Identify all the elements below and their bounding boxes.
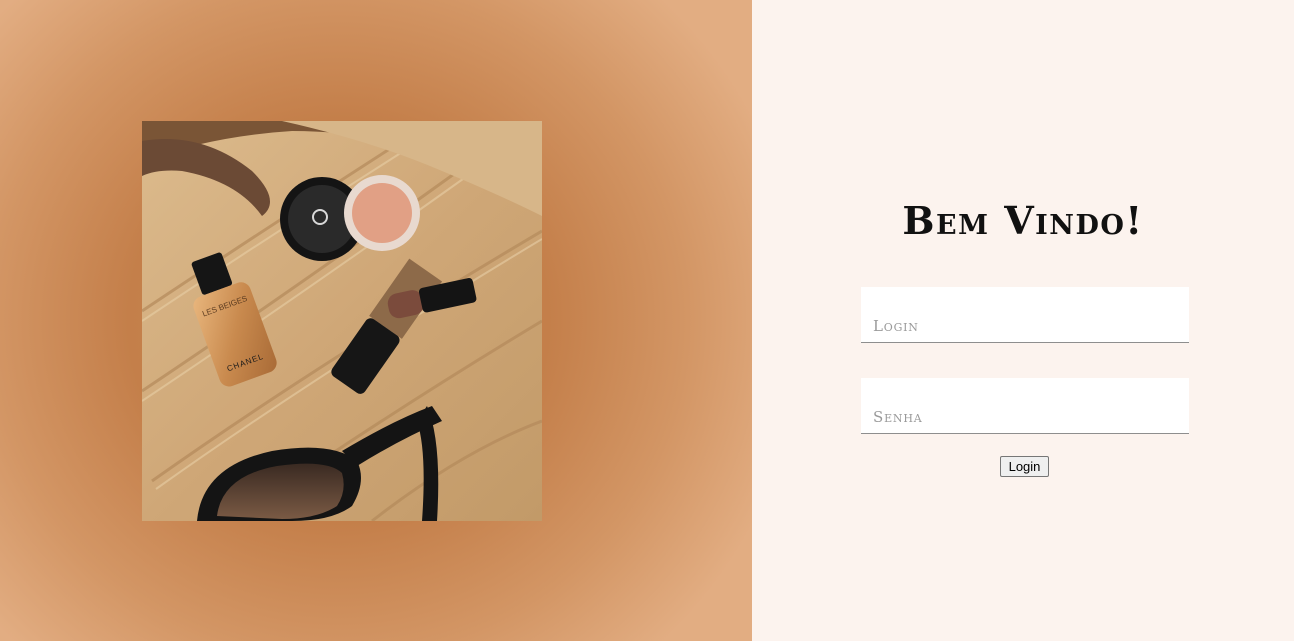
hero-panel: LES BEIGES CHANEL [0,0,752,641]
hero-image: LES BEIGES CHANEL [142,121,542,521]
login-button[interactable]: Login [1000,456,1049,477]
senha-input[interactable] [861,378,1189,434]
page-title: Bem Vindo! [902,198,1144,243]
login-panel: Bem Vindo! Login [752,0,1294,641]
login-input[interactable] [861,287,1189,343]
